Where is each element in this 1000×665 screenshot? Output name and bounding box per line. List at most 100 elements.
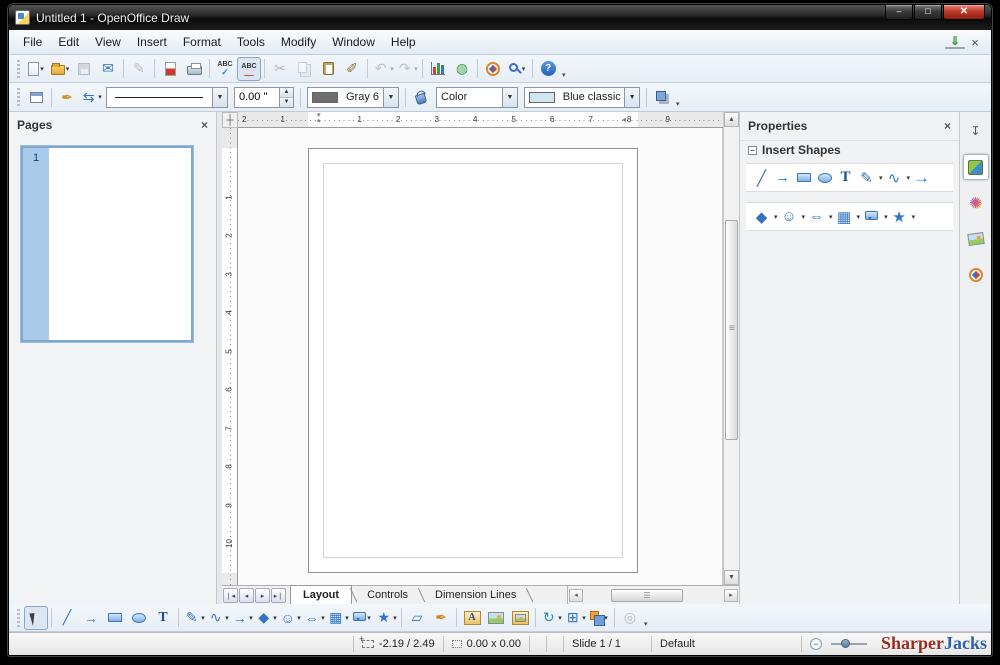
spin-down-icon[interactable]: ▼ [280,98,293,107]
menu-file[interactable]: File [15,33,50,51]
close-button[interactable]: ✕ [943,5,985,20]
arrange-button[interactable]: ▾ [587,606,611,630]
zoom-out-icon[interactable]: − [810,638,822,650]
toolbar-overflow-icon[interactable]: ▾ [562,71,566,82]
dropdown-arrow-icon[interactable]: ▾ [367,614,371,622]
alignment-button[interactable]: ▾ [563,606,587,630]
fill-type-select[interactable]: Color ▼ [436,87,518,108]
stars-icon[interactable] [890,207,909,226]
dropdown-arrow-icon[interactable]: ▾ [249,614,253,622]
callouts-icon[interactable] [862,207,881,226]
vertical-scrollbar[interactable]: ▲ ▼ [723,112,739,585]
horizontal-ruler[interactable]: 2 1 1 2 3 4 5 6 7 8 9 ◂ [238,112,739,128]
menu-help[interactable]: Help [383,33,424,51]
vertical-scroll-thumb[interactable] [725,220,738,440]
images-deck-tab[interactable] [963,226,989,252]
curve-tool-button[interactable]: ▾ [182,606,206,630]
arrow-tool-button[interactable] [79,606,103,630]
dropdown-arrow-icon[interactable]: ▾ [829,213,833,221]
line-dialog-button[interactable] [55,85,79,109]
dropdown-arrow-icon[interactable]: ▾ [912,213,916,221]
vertical-ruler[interactable]: 1 2 3 4 5 6 7 8 9 10 [222,128,238,585]
line-tool-button[interactable] [55,606,79,630]
rectangle-icon[interactable] [794,168,813,187]
fontwork-button[interactable]: A [460,606,484,630]
margin-marker-icon[interactable]: ◂ [622,116,626,123]
symbol-shapes-button[interactable]: ▾ [278,606,302,630]
flowchart-button[interactable]: ▾ [326,606,350,630]
update-available-icon[interactable]: ⇓ [945,35,965,49]
spellcheck-button[interactable] [213,57,237,81]
properties-panel-close-icon[interactable]: × [944,119,951,133]
dropdown-arrow-icon[interactable]: ▾ [582,614,586,622]
rotate-button[interactable]: ▾ [539,606,563,630]
zoom-slider-handle[interactable] [841,639,850,648]
collapse-section-icon[interactable]: − [748,146,757,155]
line-width-input[interactable] [235,88,279,107]
last-layer-icon[interactable]: ▸❘ [271,588,286,603]
scroll-up-icon[interactable]: ▲ [724,112,739,127]
toolbar-overflow-icon[interactable]: ▾ [644,620,648,631]
dropdown-arrow-icon[interactable]: ▾ [225,614,229,622]
interaction-button[interactable] [618,606,642,630]
line-color-select[interactable]: Gray 6 ▼ [307,87,399,108]
print-button[interactable] [182,57,206,81]
toolbar-grip[interactable] [17,60,20,78]
new-document-button[interactable]: ▾ [24,57,48,81]
first-layer-icon[interactable]: ❘◂ [223,588,238,603]
shadow-button[interactable] [650,85,674,109]
menu-view[interactable]: View [87,33,129,51]
indent-marker-icon[interactable] [317,112,321,124]
select-tool-button[interactable] [24,606,48,630]
line-width-spinner[interactable]: ▲▼ [234,87,294,108]
horizontal-scrollbar[interactable]: ◂ ☰ ▸ [567,586,739,604]
dropdown-arrow-icon[interactable]: ▾ [393,614,397,622]
drawing-page[interactable] [308,148,638,573]
export-pdf-button[interactable] [158,57,182,81]
zoom-slider[interactable] [831,643,867,645]
ellipse-icon[interactable] [815,168,834,187]
dropdown-arrow-icon[interactable]: ▾ [321,614,325,622]
redo-button[interactable]: ▾ [395,57,419,81]
line-style-select[interactable]: ▼ [106,87,228,108]
tab-dimension-lines[interactable]: Dimension Lines [423,586,528,604]
arrow-style-button[interactable]: ▾ [79,85,103,109]
basic-shapes-button[interactable]: ▾ [254,606,278,630]
dropdown-arrow-icon[interactable]: ▾ [857,213,861,221]
navigator-button[interactable] [481,57,505,81]
dropdown-arrow-icon[interactable]: ▾ [774,213,778,221]
area-style-button[interactable] [409,85,433,109]
toolbar-grip[interactable] [17,609,20,627]
menu-modify[interactable]: Modify [273,33,324,51]
gallery-deck-tab[interactable] [963,190,989,216]
scroll-down-icon[interactable]: ▼ [724,570,739,585]
edit-points-button[interactable] [405,606,429,630]
gallery-button[interactable] [450,57,474,81]
text-box-icon[interactable]: T [836,168,855,187]
dropdown-arrow-icon[interactable]: ▾ [345,614,349,622]
sidebar-menu-icon[interactable] [963,118,989,144]
glue-points-button[interactable] [429,606,453,630]
previous-layer-icon[interactable]: ◂ [239,588,254,603]
email-button[interactable] [96,57,120,81]
page-thumbnail[interactable]: 1 [21,146,193,342]
paste-button[interactable] [316,57,340,81]
menu-format[interactable]: Format [175,33,229,51]
zoom-button[interactable]: ▾ [505,57,529,81]
help-button[interactable]: ? [536,57,560,81]
text-tool-button[interactable]: T [151,606,175,630]
pages-panel-close-icon[interactable]: × [201,118,208,132]
slide-number-cell[interactable]: Slide 1 / 1 [563,636,651,652]
toolbar-overflow-icon[interactable]: ▾ [676,100,680,111]
connector-tool-button[interactable]: ▾ [206,606,230,630]
auto-spellcheck-button[interactable] [237,57,261,81]
stars-button[interactable]: ▾ [374,606,398,630]
rectangle-tool-button[interactable] [103,606,127,630]
block-arrows-icon[interactable] [807,207,826,226]
open-button[interactable]: ▾ [48,57,72,81]
tab-controls[interactable]: Controls [355,586,420,604]
cut-button[interactable] [268,57,292,81]
menu-edit[interactable]: Edit [50,33,87,51]
next-layer-icon[interactable]: ▸ [255,588,270,603]
dropdown-arrow-icon[interactable]: ▾ [558,614,562,622]
